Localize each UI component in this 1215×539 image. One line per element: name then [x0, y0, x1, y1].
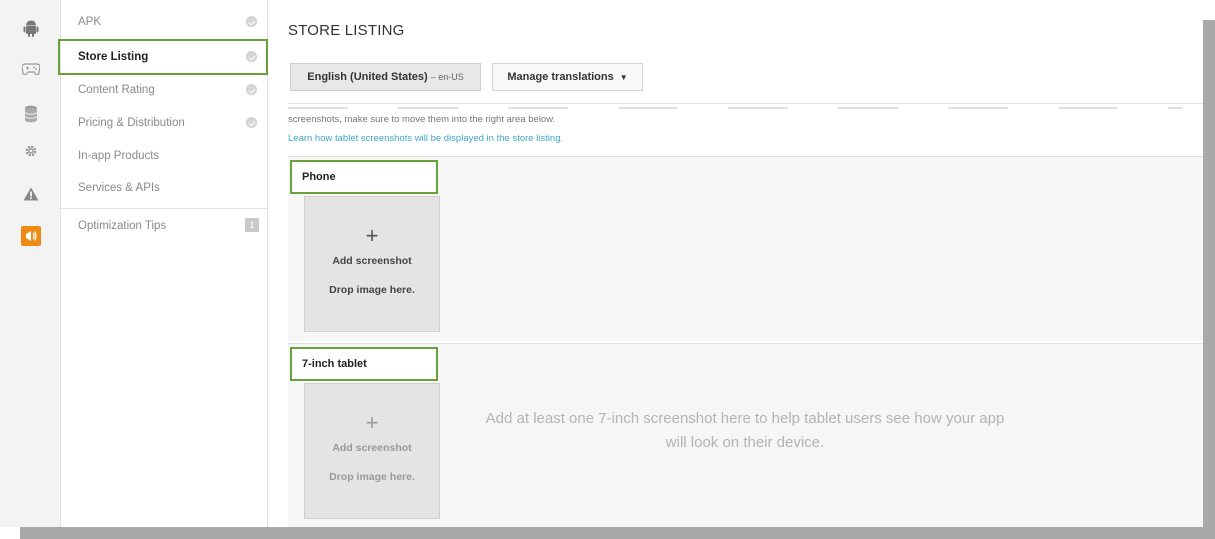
gear-icon[interactable] [20, 140, 42, 162]
sidebar-item-label: Services & APIs [78, 182, 160, 194]
tablet-add-screenshot-dropzone[interactable]: + Add screenshot Drop image here. [304, 383, 440, 519]
sidebar-item-label: Store Listing [78, 51, 149, 63]
gamepad-icon[interactable] [20, 58, 42, 80]
add-screenshot-label: Add screenshot [332, 255, 412, 267]
tablet-empty-message: Add at least one 7-inch screenshot here … [485, 410, 1005, 451]
page-title: STORE LISTING [288, 22, 405, 39]
check-circle-icon [246, 84, 257, 95]
caret-down-icon: ▼ [619, 72, 628, 82]
phone-add-screenshot-dropzone[interactable]: + Add screenshot Drop image here. [304, 196, 440, 332]
add-screenshot-label: Add screenshot [332, 442, 412, 454]
phone-section-label: Phone [290, 160, 438, 194]
tablet-screenshots-section: 7-inch tablet + Add screenshot Drop imag… [288, 343, 1203, 527]
tablet-screenshots-help-link[interactable]: Learn how tablet screenshots will be dis… [288, 133, 563, 144]
sidebar-item-label: Content Rating [78, 84, 155, 96]
frame-shadow-bottom [20, 527, 1215, 539]
sidebar-item-label: APK [78, 16, 102, 28]
warning-icon[interactable] [20, 183, 42, 205]
manage-translations-label: Manage translations [507, 71, 614, 83]
frame-shadow-right [1203, 20, 1215, 539]
divider [288, 103, 1203, 104]
language-button[interactable]: English (United States) – en-US [290, 63, 481, 91]
plus-icon: + [365, 223, 379, 248]
language-code: – en-US [430, 72, 464, 82]
count-badge: 1 [245, 218, 259, 232]
check-circle-icon [246, 16, 257, 27]
sidebar-item-label: Pricing & Distribution [78, 117, 185, 129]
sidebar-item-pricing-distribution[interactable]: Pricing & Distribution [61, 107, 268, 139]
database-icon[interactable] [20, 103, 42, 125]
sidebar-item-label: Optimization Tips [78, 220, 167, 232]
language-label: English (United States) [307, 71, 428, 83]
android-icon[interactable] [20, 18, 42, 40]
sidebar-item-label: In-app Products [78, 150, 160, 162]
main-content: STORE LISTING English (United States) – … [269, 0, 1203, 527]
manage-translations-button[interactable]: Manage translations ▼ [492, 63, 643, 91]
check-circle-icon [246, 117, 257, 128]
screenshot-hint: screenshots, make sure to move them into… [288, 114, 556, 125]
sidebar-item-apk[interactable]: APK [61, 6, 268, 38]
sidebar-nav: APK Store Listing Content Rating Pricing… [61, 0, 268, 527]
sidebar-divider [61, 208, 268, 209]
sidebar-item-services-apis[interactable]: Services & APIs [61, 172, 268, 204]
cut-off-text-line [288, 107, 1183, 109]
sidebar-item-in-app-products[interactable]: In-app Products [61, 140, 268, 172]
icon-rail [0, 0, 61, 527]
sidebar-item-store-listing[interactable]: Store Listing [61, 41, 268, 73]
sidebar-item-optimization-tips[interactable]: Optimization Tips 1 [61, 210, 268, 242]
plus-icon: + [365, 410, 379, 435]
drop-image-label: Drop image here. [329, 471, 415, 483]
drop-image-label: Drop image here. [329, 284, 415, 296]
tips-icon[interactable] [21, 226, 41, 246]
sidebar-item-content-rating[interactable]: Content Rating [61, 74, 268, 106]
app-window: APK Store Listing Content Rating Pricing… [0, 0, 1203, 527]
check-circle-icon [246, 51, 257, 62]
phone-screenshots-section: Phone + Add screenshot Drop image here. [288, 156, 1203, 341]
tablet-section-label: 7-inch tablet [290, 347, 438, 381]
